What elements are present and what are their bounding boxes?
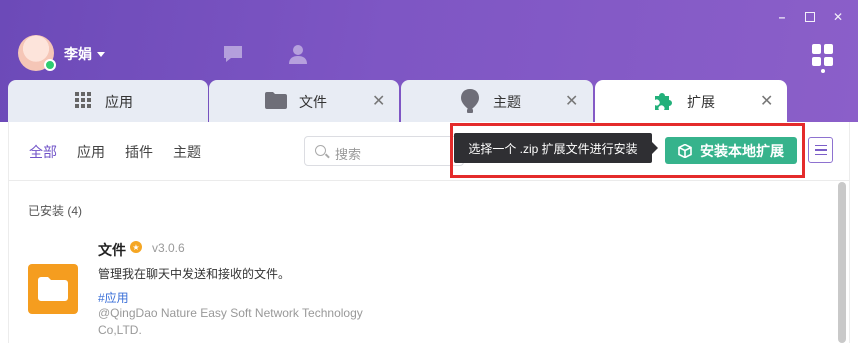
folder-icon [38, 277, 68, 301]
tab-themes[interactable]: 主题 ✕ [401, 80, 593, 122]
extension-name[interactable]: 文件 [98, 240, 126, 260]
close-tab-icon[interactable]: ✕ [565, 91, 578, 111]
install-button-label: 安装本地扩展 [700, 142, 784, 159]
puzzle-icon [655, 93, 672, 110]
tooltip-text: 选择一个 .zip 扩展文件进行安装 [468, 141, 638, 156]
grid-icon [75, 92, 91, 108]
chevron-down-icon [97, 51, 105, 57]
filter-themes[interactable]: 主题 [173, 142, 201, 162]
search-icon [315, 145, 326, 156]
close-tab-icon[interactable]: ✕ [372, 91, 385, 111]
folder-icon [265, 92, 287, 109]
extension-tag[interactable]: #应用 [98, 289, 129, 306]
maximize-button[interactable] [796, 8, 824, 26]
divider [8, 180, 850, 181]
balloon-icon [461, 89, 479, 113]
tab-label: 应用 [105, 94, 133, 110]
tab-extensions[interactable]: 扩展 ✕ [595, 80, 787, 122]
search-input[interactable]: 搜索 [304, 136, 464, 166]
search-placeholder: 搜索 [335, 147, 362, 162]
more-menu-button[interactable] [808, 137, 833, 163]
tab-apps[interactable]: 应用 [8, 80, 208, 122]
minimize-button[interactable]: – [768, 8, 796, 26]
avatar[interactable] [18, 35, 56, 71]
filter-apps[interactable]: 应用 [77, 142, 105, 162]
close-window-button[interactable]: ✕ [824, 8, 852, 26]
tab-label: 扩展 [687, 94, 715, 110]
extension-version: v3.0.6 [152, 241, 185, 255]
tab-files[interactable]: 文件 ✕ [209, 80, 399, 122]
scrollbar[interactable] [838, 182, 846, 343]
tab-label: 主题 [493, 94, 521, 110]
chat-icon[interactable] [222, 43, 244, 65]
online-status-dot [44, 59, 56, 71]
username: 李娟 [64, 46, 92, 62]
filter-plugins[interactable]: 插件 [125, 142, 153, 162]
star-icon: ★ [130, 241, 142, 253]
user-menu[interactable]: 李娟 [64, 44, 105, 64]
apps-grid-button[interactable] [812, 44, 834, 66]
window-controls: – ✕ [768, 8, 852, 26]
tab-label: 文件 [299, 94, 327, 110]
install-tooltip: 选择一个 .zip 扩展文件进行安装 [454, 133, 658, 163]
install-local-extension-button[interactable]: 安装本地扩展 [665, 137, 797, 164]
close-tab-icon[interactable]: ✕ [760, 91, 773, 111]
extension-icon[interactable] [28, 264, 78, 314]
contacts-icon[interactable] [287, 43, 309, 65]
apps-indicator-dot [821, 69, 825, 73]
package-icon [678, 143, 692, 158]
installed-section-title: 已安装 (4) [28, 204, 83, 218]
extension-author: @QingDao Nature Easy Soft Network Techno… [98, 306, 363, 337]
extension-description: 管理我在聊天中发送和接收的文件。 [98, 267, 291, 281]
filter-all[interactable]: 全部 [29, 142, 57, 162]
